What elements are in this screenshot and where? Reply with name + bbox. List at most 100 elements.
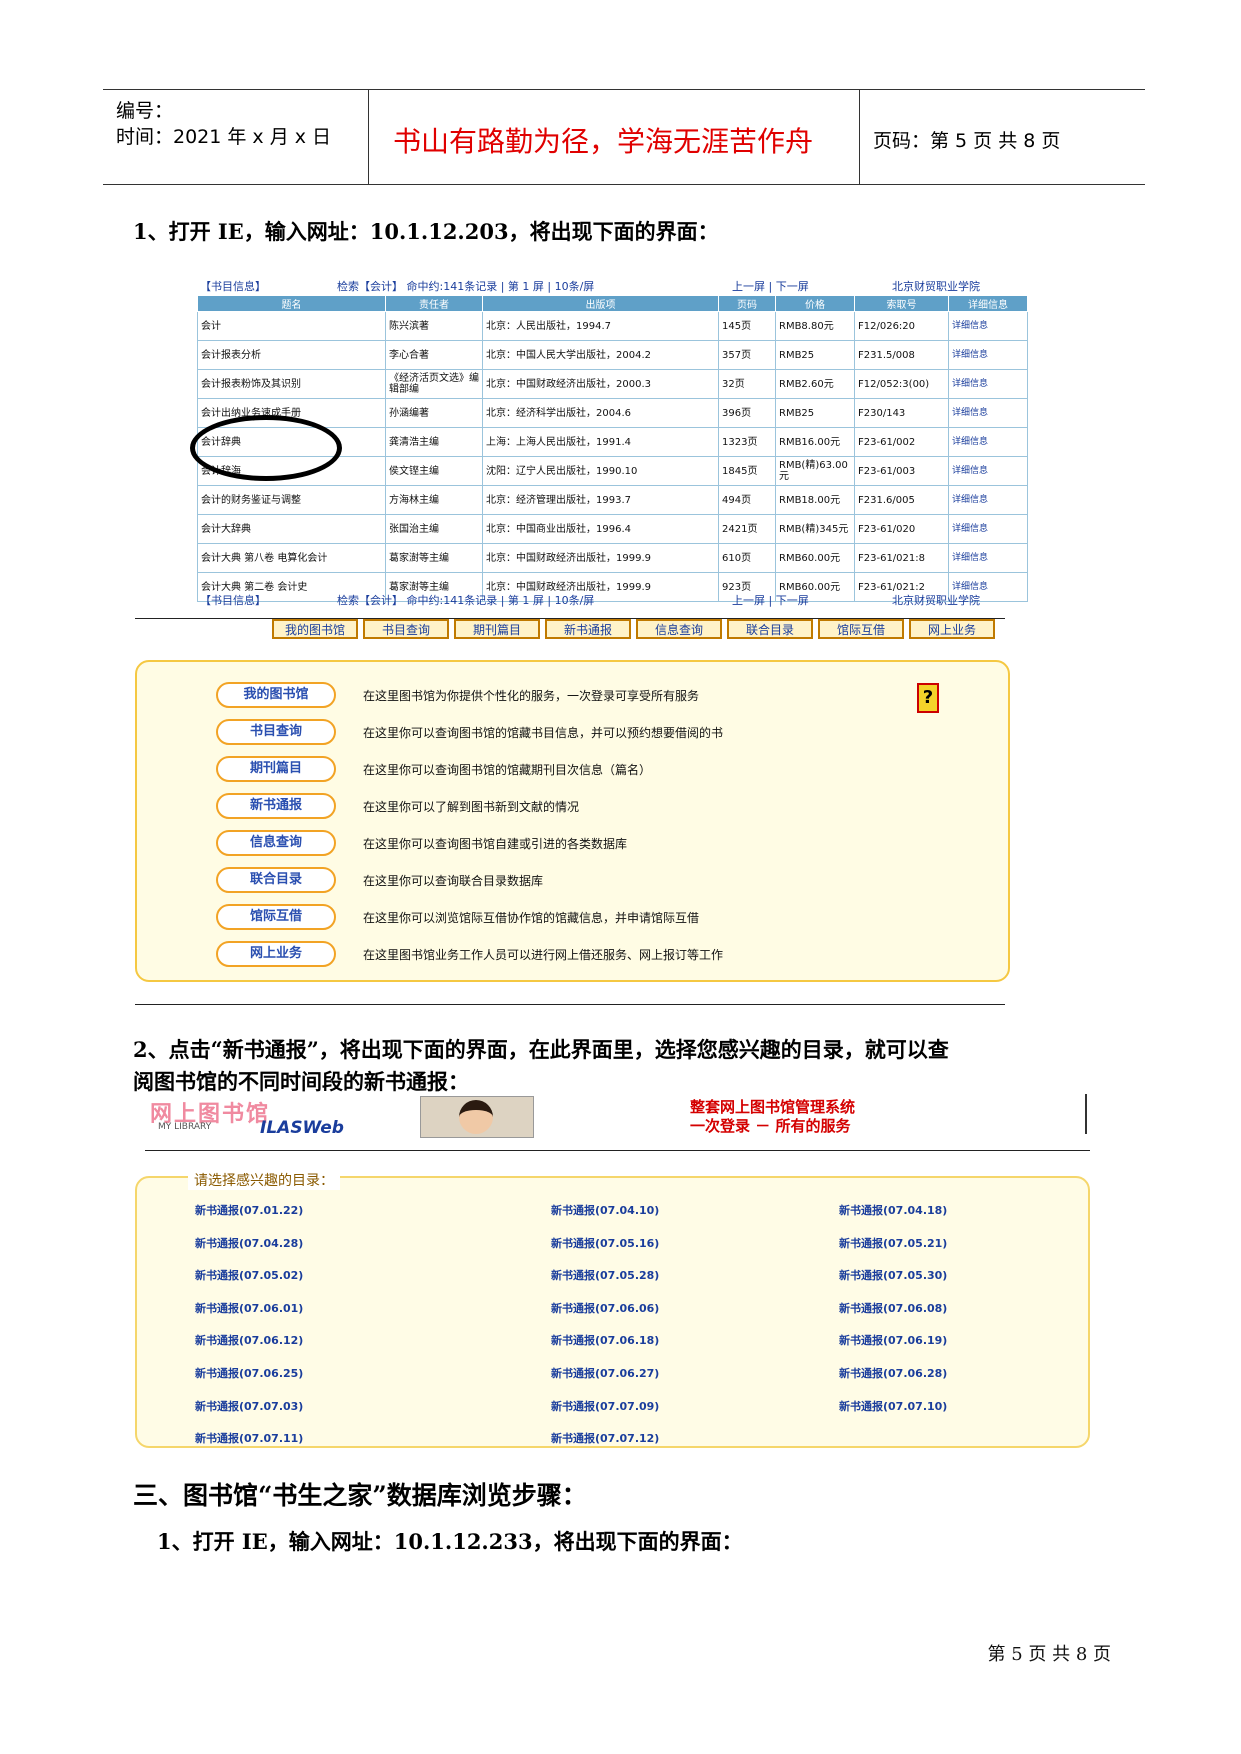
table-cell: 北京：人民出版社，1994.7 xyxy=(482,311,719,341)
table-cell: 北京：中国商业出版社，1996.4 xyxy=(482,514,719,544)
table-header: 题名 责任者 出版项 页码 价格 索取号 详细信息 xyxy=(197,295,1028,312)
highlight-circle xyxy=(190,415,342,481)
newbook-link[interactable]: 新书通报(07.06.12) xyxy=(195,1332,303,1348)
detail-link[interactable]: 详细信息 xyxy=(948,398,1028,428)
table-cell: 李心合著 xyxy=(385,340,483,370)
service-description: 在这里图书馆为你提供个性化的服务，一次登录可享受所有服务 xyxy=(363,689,700,703)
newbook-link[interactable]: 新书通报(07.05.02) xyxy=(195,1267,303,1283)
table-cell: F23-61/003 xyxy=(854,456,949,486)
newbook-link[interactable]: 新书通报(07.06.18) xyxy=(551,1332,659,1348)
newbook-link[interactable]: 新书通报(07.05.21) xyxy=(839,1235,947,1251)
newbook-link[interactable]: 新书通报(07.01.22) xyxy=(195,1202,303,1218)
tab-0[interactable]: 我的图书馆 xyxy=(272,619,358,639)
newbook-link[interactable]: 新书通报(07.05.28) xyxy=(551,1267,659,1283)
step1-heading: 1、打开 IE，输入网址：10.1.12.203，将出现下面的界面： xyxy=(133,219,719,244)
table-cell: 陈兴滨著 xyxy=(385,311,483,341)
newbook-link[interactable]: 新书通报(07.06.28) xyxy=(839,1365,947,1381)
detail-link[interactable]: 详细信息 xyxy=(948,427,1028,457)
table-cell: 上海：上海人民出版社，1991.4 xyxy=(482,427,719,457)
service-description: 在这里你可以查询图书馆自建或引进的各类数据库 xyxy=(363,837,628,851)
service-button[interactable]: 网上业务 xyxy=(216,941,336,967)
table-cell: 北京：中国财政经济出版社，2000.3 xyxy=(482,369,719,399)
newbook-link[interactable]: 新书通报(07.04.10) xyxy=(551,1202,659,1218)
table-cell[interactable]: 会计报表粉饰及其识别 xyxy=(197,369,386,399)
divider xyxy=(145,1150,1090,1151)
detail-link[interactable]: 详细信息 xyxy=(948,340,1028,370)
table-cell: 张国治主编 xyxy=(385,514,483,544)
tab-7[interactable]: 网上业务 xyxy=(909,619,995,639)
document-header: 编号： 时间：2021 年 x 月 x 日 书山有路勤为径，学海无涯苦作舟 页码… xyxy=(103,89,1145,185)
service-button[interactable]: 信息查询 xyxy=(216,830,336,856)
tab-3[interactable]: 新书通报 xyxy=(545,619,631,639)
table-row: 会计报表分析 李心合著 北京：中国人民大学出版社，2004.2 357页 RMB25 F2… xyxy=(197,340,1028,370)
table-cell[interactable]: 会计报表分析 xyxy=(197,340,386,370)
table-cell: 1323页 xyxy=(718,427,776,457)
service-description: 在这里你可以了解到图书新到文献的情况 xyxy=(363,800,580,814)
table-cell[interactable]: 会计大辞典 xyxy=(197,514,386,544)
table-cell: RMB(精)345元 xyxy=(775,514,855,544)
tab-5[interactable]: 联合目录 xyxy=(727,619,813,639)
detail-link[interactable]: 详细信息 xyxy=(948,311,1028,341)
service-button[interactable]: 馆际互借 xyxy=(216,904,336,930)
table-cell: 2421页 xyxy=(718,514,776,544)
motto: 书山有路勤为径，学海无涯苦作舟 xyxy=(393,125,814,158)
tab-4[interactable]: 信息查询 xyxy=(636,619,722,639)
table-row: 会计大辞典 张国治主编 北京：中国商业出版社，1996.4 2421页 RMB(精)34… xyxy=(197,514,1028,544)
newbook-link[interactable]: 新书通报(07.06.01) xyxy=(195,1300,303,1316)
table-cell[interactable]: 会计的财务鉴证与调整 xyxy=(197,485,386,515)
column-header: 责任者 xyxy=(385,295,483,312)
service-button[interactable]: 新书通报 xyxy=(216,793,336,819)
detail-link[interactable]: 详细信息 xyxy=(948,543,1028,573)
service-description: 在这里你可以浏览馆际互借协作馆的馆藏信息，并申请馆际互借 xyxy=(363,911,700,925)
newbook-link[interactable]: 新书通报(07.07.03) xyxy=(195,1398,303,1414)
section3-heading: 三、图书馆“书生之家”数据库浏览步骤： xyxy=(133,1481,587,1510)
table-cell: 357页 xyxy=(718,340,776,370)
newbook-link[interactable]: 新书通报(07.07.12) xyxy=(551,1430,659,1446)
table-cell: 葛家澍等主编 xyxy=(385,543,483,573)
results-bar: 【书目信息】 检索【会计】 命中约:141条记录 | 第 1 屏 | 10条/屏… xyxy=(197,277,1027,293)
table-cell: F23-61/021:8 xyxy=(854,543,949,573)
table-cell: 32页 xyxy=(718,369,776,399)
newbook-link[interactable]: 新书通报(07.07.10) xyxy=(839,1398,947,1414)
newbook-link[interactable]: 新书通报(07.07.11) xyxy=(195,1430,303,1446)
detail-link[interactable]: 详细信息 xyxy=(948,456,1028,486)
pager-link[interactable]: 上一屏 | 下一屏 xyxy=(732,592,809,608)
table-cell: 孙涵编著 xyxy=(385,398,483,428)
help-icon[interactable]: ? xyxy=(917,683,939,713)
service-button[interactable]: 期刊篇目 xyxy=(216,756,336,782)
table-cell: 方海林主编 xyxy=(385,485,483,515)
newbook-link[interactable]: 新书通报(07.06.27) xyxy=(551,1365,659,1381)
tab-1[interactable]: 书目查询 xyxy=(363,619,449,639)
table-cell[interactable]: 会计 xyxy=(197,311,386,341)
table-row: 会计大典 第八卷 电算化会计 葛家澍等主编 北京：中国财政经济出版社，1999.9 6… xyxy=(197,543,1028,573)
detail-link[interactable]: 详细信息 xyxy=(948,369,1028,399)
newbook-link[interactable]: 新书通报(07.06.06) xyxy=(551,1300,659,1316)
banner-edge xyxy=(1085,1094,1087,1134)
newbook-link[interactable]: 新书通报(07.06.25) xyxy=(195,1365,303,1381)
newbook-link[interactable]: 新书通报(07.05.30) xyxy=(839,1267,947,1283)
table-cell[interactable]: 会计大典 第八卷 电算化会计 xyxy=(197,543,386,573)
newbook-link[interactable]: 新书通报(07.04.28) xyxy=(195,1235,303,1251)
detail-link[interactable]: 详细信息 xyxy=(948,485,1028,515)
newbook-link[interactable]: 新书通报(07.06.08) xyxy=(839,1300,947,1316)
table-cell: 145页 xyxy=(718,311,776,341)
table-cell: 侯文铿主编 xyxy=(385,456,483,486)
results-bar-bottom: 【书目信息】 检索【会计】 命中约:141条记录 | 第 1 屏 | 10条/屏… xyxy=(197,591,1027,607)
pager-link[interactable]: 上一屏 | 下一屏 xyxy=(732,278,809,294)
table-cell: 1845页 xyxy=(718,456,776,486)
table-row: 会计出纳业务速成手册 孙涵编著 北京：经济科学出版社，2004.6 396页 RMB25… xyxy=(197,398,1028,428)
time-label: 时间：2021 年 x 月 x 日 xyxy=(116,126,332,148)
tab-6[interactable]: 馆际互借 xyxy=(818,619,904,639)
tab-2[interactable]: 期刊篇目 xyxy=(454,619,540,639)
service-description: 在这里你可以查询图书馆的馆藏书目信息，并可以预约想要借阅的书 xyxy=(363,726,724,740)
newbook-link[interactable]: 新书通报(07.07.09) xyxy=(551,1398,659,1414)
table-cell: 396页 xyxy=(718,398,776,428)
service-button[interactable]: 书目查询 xyxy=(216,719,336,745)
newbook-link[interactable]: 新书通报(07.05.16) xyxy=(551,1235,659,1251)
service-button[interactable]: 我的图书馆 xyxy=(216,682,336,708)
newbook-link[interactable]: 新书通报(07.06.19) xyxy=(839,1332,947,1348)
newbook-link[interactable]: 新书通报(07.04.18) xyxy=(839,1202,947,1218)
table-cell: F231.6/005 xyxy=(854,485,949,515)
detail-link[interactable]: 详细信息 xyxy=(948,514,1028,544)
service-button[interactable]: 联合目录 xyxy=(216,867,336,893)
